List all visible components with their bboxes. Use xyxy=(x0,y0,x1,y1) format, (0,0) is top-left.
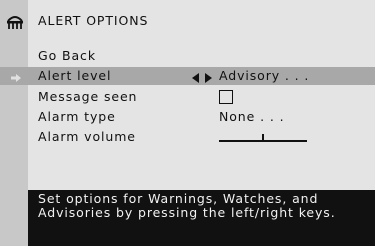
left-right-arrows-icon[interactable] xyxy=(192,71,212,83)
menu-item-label: Alarm type xyxy=(38,109,116,124)
alarm-volume-slider[interactable] xyxy=(219,129,307,145)
menu-item-message-seen[interactable]: Message seen xyxy=(0,88,375,106)
menu-item-alarm-type[interactable]: Alarm type None . . . xyxy=(0,108,375,126)
menu-item-label: Message seen xyxy=(38,89,138,104)
siren-icon xyxy=(5,12,25,32)
menu-item-label: Go Back xyxy=(38,48,96,63)
page-title: ALERT OPTIONS xyxy=(38,13,149,28)
alarm-type-value: None . . . xyxy=(219,109,285,124)
alert-options-screen: ALERT OPTIONS Go Back Alert level Adviso… xyxy=(0,0,375,246)
message-seen-checkbox[interactable] xyxy=(219,90,233,104)
menu-item-label: Alert level xyxy=(38,68,112,83)
alert-level-value: Advisory . . . xyxy=(219,68,310,83)
menu-item-alarm-volume[interactable]: Alarm volume xyxy=(0,128,375,146)
menu-item-alert-level[interactable]: Alert level Advisory . . . xyxy=(0,67,375,85)
help-text: Set options for Warnings, Watches, and A… xyxy=(38,191,336,220)
selection-arrow-icon xyxy=(11,71,21,82)
menu-item-label: Alarm volume xyxy=(38,129,136,144)
menu-item-go-back[interactable]: Go Back xyxy=(0,47,375,65)
help-panel: Set options for Warnings, Watches, and A… xyxy=(28,190,375,246)
